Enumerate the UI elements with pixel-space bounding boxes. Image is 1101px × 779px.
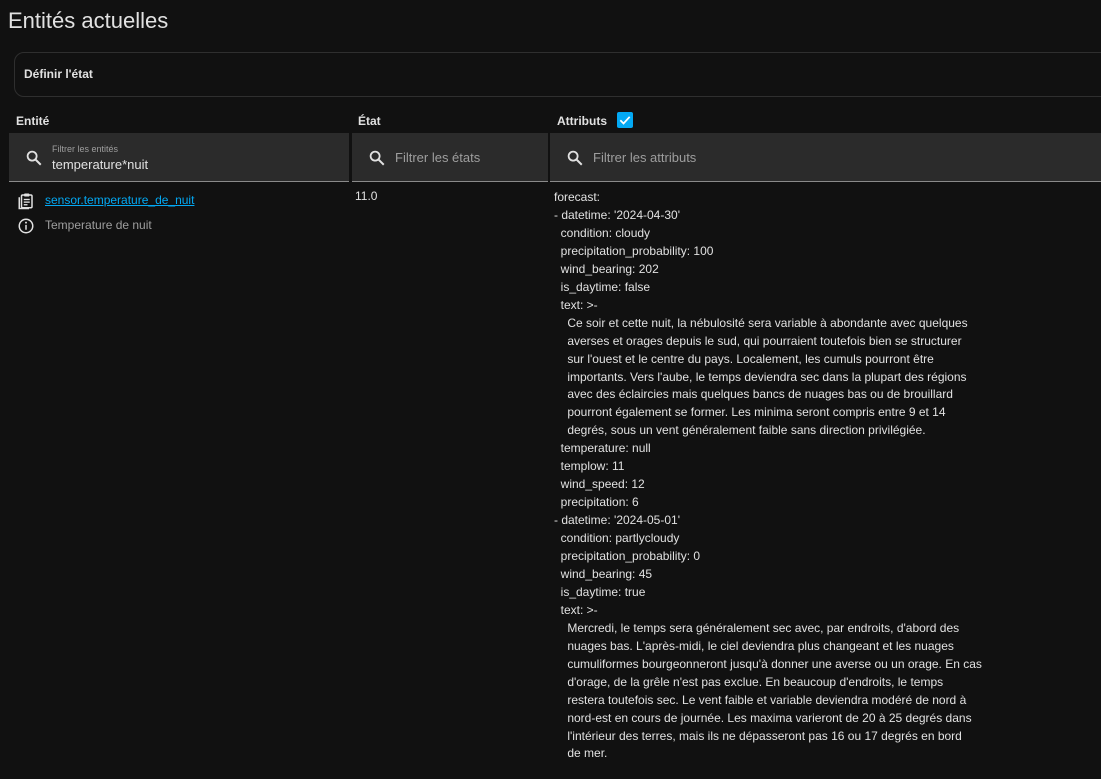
attribute-line: restera toutefois sec. Le vent faible et… (554, 692, 967, 707)
attribute-line: de mer. (554, 746, 608, 761)
attribute-line: text: >- (554, 297, 598, 312)
attribute-line: wind_bearing: 202 (554, 261, 659, 276)
attribute-line: precipitation_probability: 0 (554, 549, 701, 563)
set-state-label[interactable]: Définir l'état (24, 67, 93, 81)
attribute-line: Ce soir et cette nuit, la nébulosité ser… (554, 315, 968, 330)
entity-state-value: 11.0 (355, 189, 378, 203)
attribute-line: - datetime: '2024-04-30' (554, 207, 680, 222)
attribute-line: precipitation_probability: 100 (554, 243, 714, 258)
column-header-state: État (358, 114, 381, 128)
attribute-line: text: >- (554, 602, 598, 617)
checkmark-icon (619, 116, 631, 125)
attributes-filter-input[interactable]: Filtrer les attributs (550, 133, 1101, 182)
attribute-line: templow: 11 (554, 459, 625, 474)
attribute-line: averses et orages depuis le sud, qui pou… (554, 333, 962, 348)
attribute-line: nuages bas. L'après-midi, le ciel devien… (554, 638, 954, 653)
attribute-line: temperature: null (554, 441, 651, 456)
attributes-checkbox[interactable] (617, 112, 633, 128)
column-header-attributes: Attributs (557, 114, 607, 128)
attribute-line: nord-est en cours de journée. Les maxima… (554, 710, 972, 725)
search-icon (369, 150, 385, 166)
state-filter-input[interactable]: Filtrer les états (352, 133, 548, 182)
state-filter-placeholder: Filtrer les états (395, 150, 481, 165)
clipboard-list-icon[interactable] (17, 192, 35, 210)
page-title: Entités actuelles (8, 8, 169, 33)
info-circle-icon[interactable] (17, 217, 35, 235)
attribute-line: d'orage, de la grêle n'est pas exclue. E… (554, 674, 944, 689)
developer-tools-states-page: Entités actuelles Définir l'état Entité … (0, 0, 1101, 779)
attribute-line: importants. Vers l'aube, le temps devien… (554, 369, 967, 384)
attribute-line: Mercredi, le temps sera généralement sec… (554, 620, 960, 635)
entity-filter-input[interactable]: Filtrer les entités temperature*nuit (9, 133, 349, 182)
attribute-line: condition: cloudy (554, 225, 651, 240)
attribute-line: is_daytime: true (554, 584, 646, 599)
attribute-line: condition: partlycloudy (554, 531, 680, 546)
attribute-line: - datetime: '2024-05-01' (554, 513, 680, 528)
column-header-entity: Entité (16, 114, 50, 128)
attribute-line: degrés, sous un vent généralement faible… (554, 423, 926, 438)
attribute-line: pourront également se former. Les minima… (554, 405, 946, 420)
attribute-line: precipitation: 6 (554, 495, 639, 510)
search-icon (26, 150, 42, 166)
entity-id-link[interactable]: sensor.temperature_de_nuit (45, 193, 194, 207)
entity-friendly-name: Temperature de nuit (45, 218, 152, 232)
set-state-panel[interactable]: Définir l'état (14, 52, 1101, 97)
attribute-line: is_daytime: false (554, 279, 651, 294)
attribute-line: sur l'ouest et le centre du pays. Locale… (554, 351, 934, 366)
attribute-line: wind_bearing: 45 (554, 566, 653, 581)
attributes-filter-placeholder: Filtrer les attributs (593, 150, 697, 165)
attribute-line: l'intérieur des terres, mais ils ne dépa… (554, 728, 962, 743)
attribute-line: avec des éclaircies mais quelques bancs … (554, 387, 953, 402)
attribute-line: cumuliformes bourgeonneront jusqu'à donn… (554, 656, 982, 671)
entity-filter-label: Filtrer les entités (52, 144, 119, 154)
attribute-line: forecast: (554, 190, 601, 204)
attribute-line: wind_speed: 12 (554, 477, 645, 492)
search-icon (567, 150, 583, 166)
entity-filter-value[interactable]: temperature*nuit (52, 157, 148, 172)
